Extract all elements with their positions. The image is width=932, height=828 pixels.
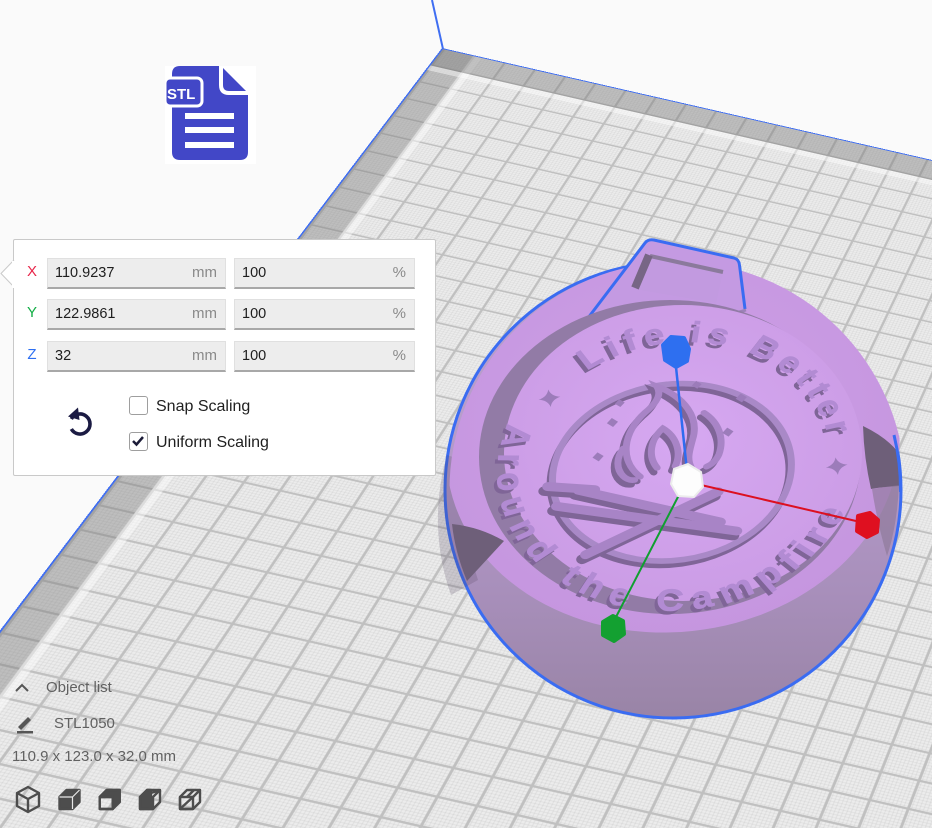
svg-text:STL: STL <box>167 86 195 103</box>
